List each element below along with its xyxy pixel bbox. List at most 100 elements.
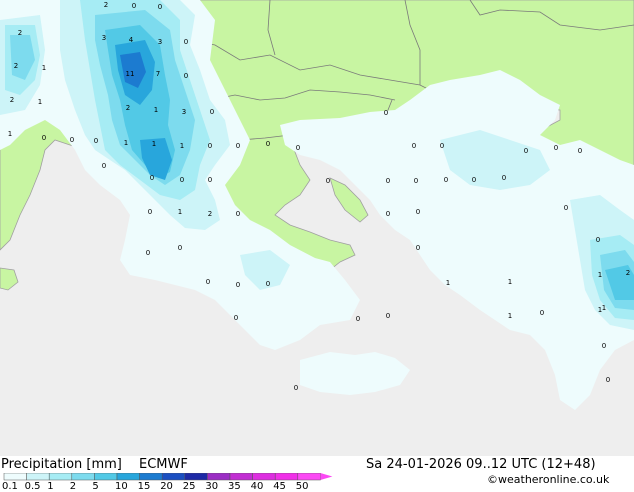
legend-color-cell xyxy=(26,473,50,481)
value-label: 0 xyxy=(386,210,390,218)
legend-color-cell xyxy=(297,473,321,481)
value-label: 4 xyxy=(129,36,134,44)
value-label: 1 xyxy=(42,64,46,72)
value-label: 0 xyxy=(234,314,238,322)
value-label: 1 xyxy=(124,139,128,147)
legend-tick-label: 15 xyxy=(137,481,151,492)
legend-color-cell xyxy=(116,473,140,481)
value-label: 0 xyxy=(236,281,240,289)
value-label: 0 xyxy=(94,137,98,145)
value-label: 1 xyxy=(154,106,158,114)
value-label: 0 xyxy=(148,208,152,216)
value-label: 0 xyxy=(502,174,506,182)
legend-tick-label: 25 xyxy=(182,481,196,492)
value-label: 0 xyxy=(42,134,46,142)
value-label: 0 xyxy=(266,140,270,148)
value-label: 0 xyxy=(102,162,106,170)
value-label: 3 xyxy=(102,34,106,42)
legend-tick-label: 45 xyxy=(273,481,286,492)
value-label: 3 xyxy=(158,38,162,46)
value-label: 1 xyxy=(152,140,156,148)
legend-tick-label: 35 xyxy=(228,481,241,492)
legend-color-cell xyxy=(94,473,118,481)
legend-color-cell xyxy=(48,473,73,481)
legend-tick-label: 5 xyxy=(92,481,99,492)
value-label: 1 xyxy=(8,130,12,138)
value-label: 0 xyxy=(606,376,610,384)
legend-color-cell xyxy=(252,473,276,481)
value-label: 0 xyxy=(178,244,182,252)
value-label: 0 xyxy=(150,174,154,182)
value-label: 2 xyxy=(208,210,212,218)
value-label: 0 xyxy=(524,147,528,155)
value-label: 0 xyxy=(180,176,184,184)
value-label: 0 xyxy=(266,280,270,288)
value-label: 2 xyxy=(10,96,14,104)
legend-color-cell xyxy=(274,473,299,481)
value-label: 0 xyxy=(184,72,188,80)
value-label: 0 xyxy=(540,309,544,317)
value-label: 0 xyxy=(440,142,444,150)
value-label: 0 xyxy=(210,108,214,116)
value-label: 0 xyxy=(578,147,582,155)
value-label: 0 xyxy=(208,142,212,150)
legend-tick-label: 10 xyxy=(115,481,128,492)
value-label: 0 xyxy=(472,176,476,184)
value-label: 0 xyxy=(70,136,74,144)
legend-tick-label: 2 xyxy=(69,481,77,492)
value-label: 0 xyxy=(416,244,420,252)
value-label: 0 xyxy=(236,210,240,218)
value-label: 1 xyxy=(508,312,512,320)
legend-tick-label: 40 xyxy=(250,481,264,492)
value-label: 0 xyxy=(384,109,388,117)
value-label: 0 xyxy=(416,208,420,216)
value-label: 1 xyxy=(602,304,606,312)
value-label: 1 xyxy=(598,306,602,314)
model-name: ECMWF xyxy=(139,457,188,472)
value-label: 2 xyxy=(18,29,22,37)
value-label: 0 xyxy=(132,2,136,10)
legend-tick-label: 20 xyxy=(160,481,173,492)
forecast-datetime: Sa 24-01-2026 09..12 UTC (12+48) xyxy=(366,457,596,472)
credit-link[interactable]: ©weatheronline.co.uk xyxy=(487,473,609,486)
value-label: 1 xyxy=(178,208,182,216)
value-label: 1 xyxy=(180,142,184,150)
map-title: Precipitation [mm] xyxy=(1,457,122,472)
value-label: 0 xyxy=(356,315,360,323)
value-label: 7 xyxy=(156,70,160,78)
legend-color-cell xyxy=(229,473,253,481)
legend-color-cell xyxy=(3,473,27,481)
value-label: 0 xyxy=(414,177,418,185)
value-label: 1 xyxy=(508,278,512,286)
legend-tick-label: 50 xyxy=(295,481,309,492)
value-label: 2 xyxy=(104,1,108,9)
legend-color-cell xyxy=(184,473,208,481)
value-label: 0 xyxy=(296,144,300,152)
value-label: 1 xyxy=(598,271,602,279)
legend-arrow xyxy=(320,473,333,480)
value-label: 0 xyxy=(386,177,390,185)
legend-tick-label: 1 xyxy=(47,481,54,492)
value-label: 0 xyxy=(596,236,600,244)
legend-tick-label: 30 xyxy=(205,481,219,492)
value-label: 0 xyxy=(236,142,240,150)
value-label: 11 xyxy=(126,70,135,78)
value-label: 0 xyxy=(294,384,298,392)
value-label: 0 xyxy=(206,278,210,286)
value-label: 3 xyxy=(182,108,186,116)
value-label: 2 xyxy=(126,104,130,112)
legend-color-cell xyxy=(71,473,95,481)
value-label: 1 xyxy=(38,98,42,106)
value-label: 0 xyxy=(412,142,416,150)
value-label: 0 xyxy=(326,177,330,185)
value-label: 0 xyxy=(564,204,568,212)
value-label: 2 xyxy=(626,269,630,277)
value-label: 0 xyxy=(444,176,448,184)
value-label: 2 xyxy=(14,62,18,70)
legend-tick-label: 0.1 xyxy=(2,481,18,492)
value-label: 0 xyxy=(184,38,188,46)
legend-color-cell xyxy=(207,473,231,481)
value-label: 0 xyxy=(208,176,212,184)
legend-color-cell xyxy=(139,473,163,481)
value-label: 1 xyxy=(446,279,450,287)
